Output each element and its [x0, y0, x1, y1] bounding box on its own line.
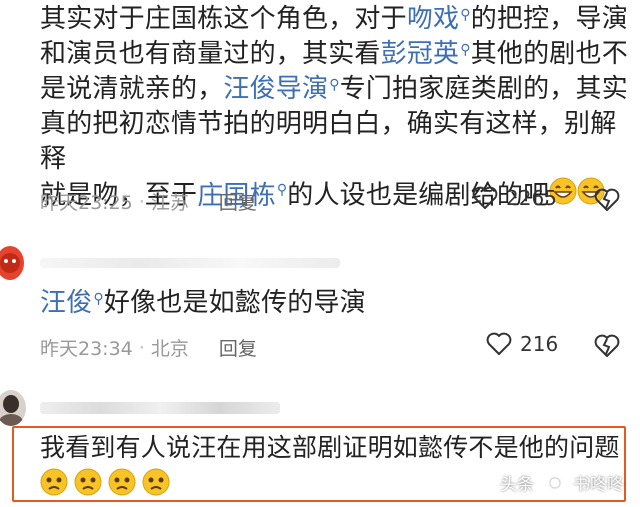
dislike-button[interactable]: [594, 188, 620, 216]
meta-separator: ·: [138, 190, 145, 213]
dislike-heart-icon: [594, 188, 620, 211]
reply-button[interactable]: 回复: [219, 188, 257, 215]
watermark-account: 书咚咚: [573, 474, 624, 495]
comment-3-line: 我看到有人说汪在用这部剧证明如懿传不是他的问题: [40, 433, 620, 462]
search-icon: ⚲: [460, 7, 471, 23]
heart-icon: [486, 332, 512, 355]
search-link[interactable]: 汪俊⚲: [40, 288, 104, 318]
comment-location: 北京: [150, 338, 189, 360]
comment-2-meta: 昨天23:34 · 北京 回复: [40, 334, 257, 361]
sad-emoji-icon: [40, 468, 68, 500]
sad-emoji-icon: [74, 468, 102, 500]
comment-time: 昨天23:34: [40, 338, 133, 360]
meta-separator: ·: [138, 336, 145, 359]
heart-icon: [472, 186, 498, 209]
comment-time: 昨天23:25: [40, 192, 133, 214]
sad-emoji-icon: [142, 468, 170, 500]
search-link[interactable]: 彭冠英⚲: [381, 39, 471, 69]
watermark-logo-icon: ●: [542, 469, 568, 495]
comment-1-meta: 昨天23:25 · 江苏 回复: [40, 188, 257, 215]
search-icon: ⚲: [276, 182, 288, 198]
avatar[interactable]: [0, 390, 26, 426]
search-icon: ⚲: [93, 291, 104, 307]
watermark: 头条 ● 书咚咚: [500, 469, 624, 495]
search-icon: ⚲: [329, 77, 340, 93]
emoji-row: [40, 468, 170, 500]
avatar[interactable]: [0, 246, 24, 280]
like-count: 216: [520, 332, 559, 356]
text-span: 专门拍家庭类剧的，其实: [339, 74, 628, 104]
text-span: 和演员也有商量过的，其实看: [40, 39, 381, 69]
blurred-username: [40, 258, 340, 268]
text-span: 真的把初恋情节拍的明明白白，确实有这样，别解释: [40, 109, 617, 174]
search-link[interactable]: 吻戏⚲: [407, 4, 471, 34]
watermark-platform: 头条: [500, 474, 534, 495]
like-button[interactable]: 216: [486, 332, 558, 356]
comment-2-text: 汪俊⚲好像也是如懿传的导演: [40, 286, 600, 321]
text-span: 其他的剧也不: [470, 39, 628, 69]
text-span: 其实对于庄国栋这个角色，对于: [40, 4, 407, 34]
like-button[interactable]: 2265: [472, 186, 557, 210]
text-span: 的把控，导演: [470, 4, 628, 34]
comment-location: 江苏: [150, 192, 189, 214]
search-icon: ⚲: [460, 42, 471, 58]
comment-3-text: 我看到有人说汪在用这部剧证明如懿传不是他的问题: [40, 430, 630, 465]
reply-button[interactable]: 回复: [219, 334, 257, 361]
blurred-username: [40, 402, 280, 414]
sad-emoji-icon: [108, 468, 136, 500]
like-count: 2265: [506, 186, 557, 210]
comment-1-text: 其实对于庄国栋这个角色，对于吻戏⚲的把控，导演 和演员也有商量过的，其实看彭冠英…: [40, 2, 630, 215]
text-span: 好像也是如懿传的导演: [103, 288, 366, 318]
text-span: 是说清就亲的，: [40, 74, 224, 104]
dislike-button[interactable]: [594, 334, 620, 362]
search-link[interactable]: 汪俊导演⚲: [223, 74, 339, 104]
dislike-heart-icon: [594, 334, 620, 357]
